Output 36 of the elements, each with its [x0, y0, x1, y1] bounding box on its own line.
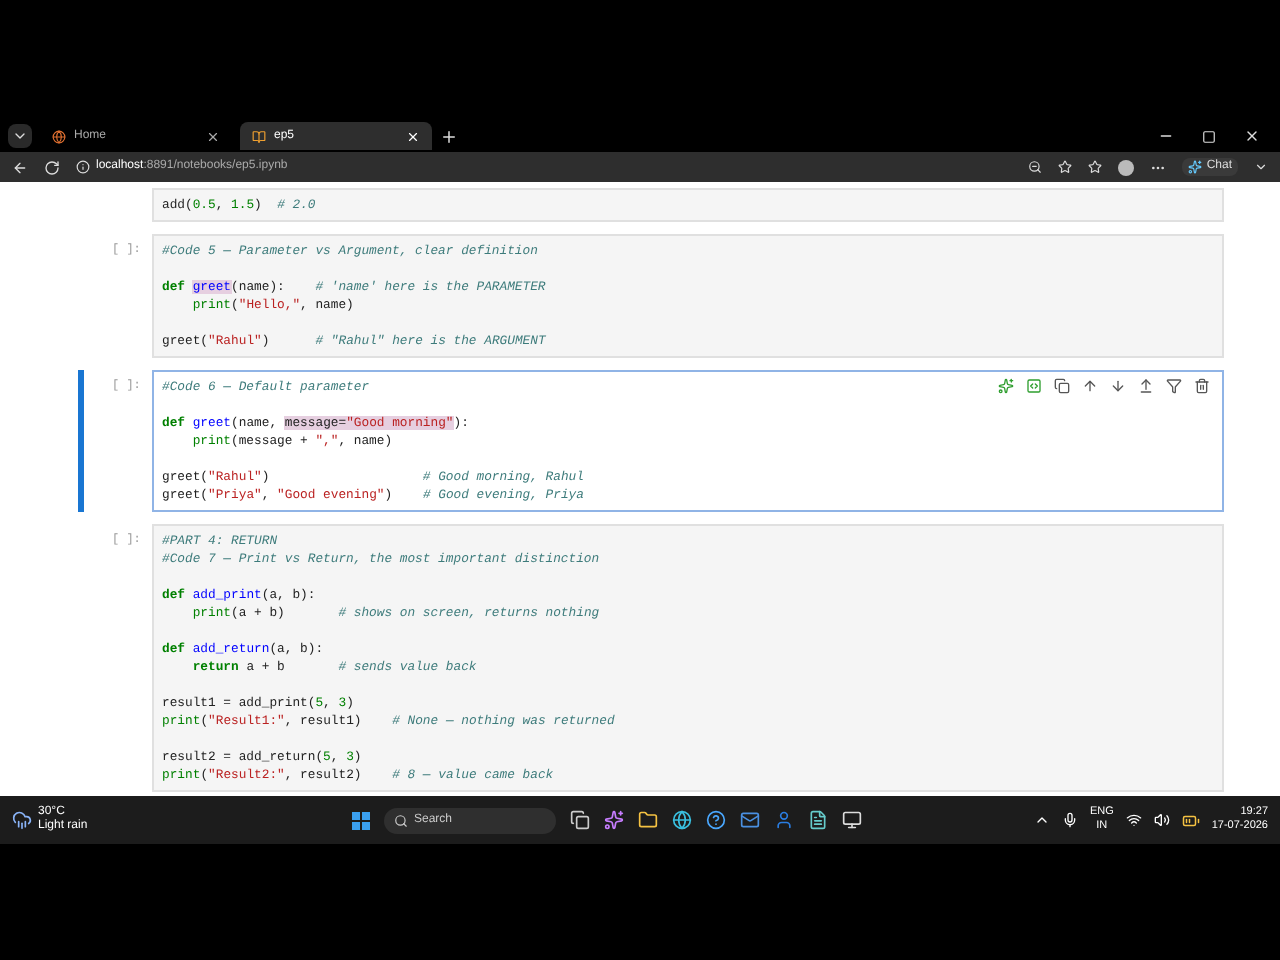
- close-tab-icon[interactable]: [206, 129, 220, 143]
- sparkle-icon[interactable]: [998, 378, 1014, 394]
- code-cell[interactable]: [152, 524, 1224, 792]
- battery-icon[interactable]: [1181, 811, 1200, 829]
- reload-icon[interactable]: [44, 159, 60, 175]
- favorites-icon[interactable]: [1088, 160, 1103, 174]
- code-icon[interactable]: [1026, 378, 1042, 394]
- maximize-icon[interactable]: [1202, 129, 1216, 143]
- search-icon: [394, 813, 408, 827]
- info-icon: [76, 160, 90, 174]
- help-icon[interactable]: [706, 810, 726, 830]
- chevron-icon[interactable]: [1254, 160, 1268, 174]
- mail-icon[interactable]: [740, 810, 760, 830]
- zoom-icon[interactable]: [1028, 160, 1043, 174]
- move-down-icon[interactable]: [1110, 378, 1126, 394]
- start-icon[interactable]: [352, 811, 370, 829]
- move-up-icon[interactable]: [1082, 378, 1098, 394]
- delete-icon[interactable]: [1194, 378, 1210, 394]
- back-icon[interactable]: [12, 159, 28, 175]
- wifi-icon[interactable]: [1125, 812, 1142, 828]
- monitor-icon[interactable]: [842, 810, 862, 830]
- new-tab-icon[interactable]: [440, 127, 458, 145]
- document-icon[interactable]: [808, 810, 828, 830]
- volume-icon[interactable]: [1153, 812, 1170, 828]
- tab-menu-button[interactable]: [8, 124, 32, 148]
- microphone-icon[interactable]: [1061, 812, 1078, 828]
- account-icon[interactable]: [774, 810, 794, 830]
- profile-avatar[interactable]: [1118, 159, 1135, 175]
- copy-icon[interactable]: [1054, 378, 1070, 394]
- tray-chevron-icon[interactable]: [1033, 812, 1050, 828]
- folder-icon[interactable]: [638, 810, 658, 830]
- chevron-icon: [12, 128, 28, 144]
- notebook-icon: [252, 129, 266, 143]
- favorite-icon[interactable]: [1058, 160, 1073, 174]
- close-icon[interactable]: [1244, 128, 1260, 144]
- weather-icon[interactable]: [12, 810, 32, 830]
